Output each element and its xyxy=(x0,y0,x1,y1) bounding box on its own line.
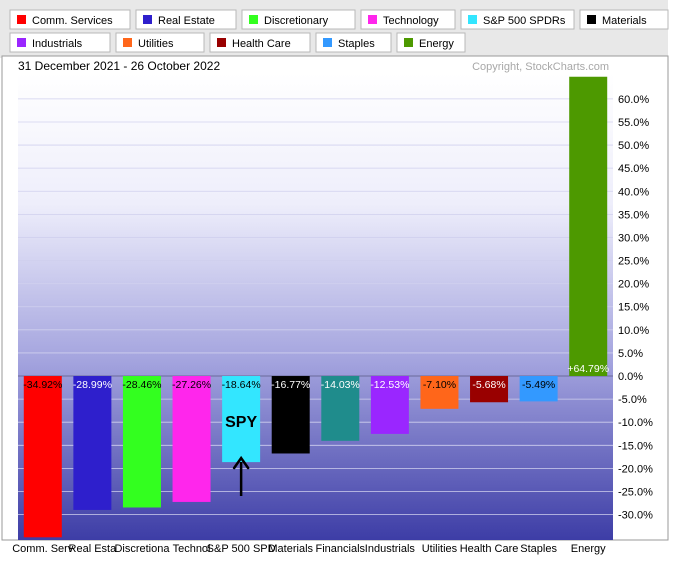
bar-value-label: -27.26% xyxy=(172,379,211,391)
bar xyxy=(569,76,608,377)
y-tick-label: 60.0% xyxy=(618,94,649,106)
y-tick-label: -25.0% xyxy=(618,486,653,498)
legend-item-comm-services: Comm. Services xyxy=(9,9,131,30)
legend-swatch xyxy=(249,15,258,24)
legend-label: Comm. Services xyxy=(32,15,113,27)
legend-label: Technology xyxy=(383,15,439,27)
y-tick-label: 40.0% xyxy=(618,186,649,198)
chart-svg: Comm. Services Real Estate Discretionary Te… xyxy=(0,0,669,555)
y-tick-label: 50.0% xyxy=(618,140,649,152)
y-tick-label: -30.0% xyxy=(618,510,653,522)
legend-label: Discretionary xyxy=(264,15,329,27)
legend-item-health-care: Health Care xyxy=(209,32,311,53)
legend-item-utilities: Utilities xyxy=(115,32,205,53)
chart: Comm. Services Real Estate Discretionary Te… xyxy=(0,0,673,558)
x-tick-label: Technol xyxy=(173,543,211,555)
bar-group-discretiona: -28.46% xyxy=(122,376,162,508)
legend-item-staples: Staples xyxy=(315,32,392,53)
x-tick-label: Financials xyxy=(316,543,366,555)
copyright-text: Copyright, StockCharts.com xyxy=(472,61,609,73)
legend-label: Real Estate xyxy=(158,15,215,27)
y-tick-label: 15.0% xyxy=(618,302,649,314)
bar xyxy=(73,376,112,510)
legend-label: Energy xyxy=(419,38,454,50)
bar-value-label: -5.68% xyxy=(472,379,505,391)
x-tick-label: Industrials xyxy=(365,543,416,555)
legend-label: S&P 500 SPDRs xyxy=(483,15,566,27)
bar-value-label: -28.99% xyxy=(73,379,112,391)
bar-group-industrials: -12.53% xyxy=(370,376,409,434)
bar-value-label: -5.49% xyxy=(522,379,555,391)
x-tick-label: Discretiona xyxy=(114,543,170,555)
bar-group-comm-serv: -34.92% xyxy=(23,376,62,538)
bar xyxy=(122,376,161,508)
x-tick-label: Health Care xyxy=(460,543,519,555)
bar-group-staples: -5.49% xyxy=(519,376,558,402)
x-tick-label: Energy xyxy=(571,543,606,555)
legend-swatch xyxy=(323,38,332,47)
legend-swatch xyxy=(143,15,152,24)
legend-item-technology: Technology xyxy=(360,9,456,30)
bar-group-real-esta: -28.99% xyxy=(73,376,112,510)
y-tick-label: 10.0% xyxy=(618,325,649,337)
x-tick-label: S&P 500 SPD xyxy=(207,543,276,555)
y-tick-label: 20.0% xyxy=(618,279,649,291)
y-tick-label: -15.0% xyxy=(618,440,653,452)
legend-swatch xyxy=(368,15,377,24)
x-tick-label: Real Esta xyxy=(69,543,118,555)
x-tick-label: Utilities xyxy=(422,543,458,555)
bar-group-utilities: -7.10% xyxy=(420,376,459,409)
bar xyxy=(23,376,62,538)
bar-value-label: -16.77% xyxy=(271,379,310,391)
bar-value-label: +64.79% xyxy=(567,363,609,375)
bar-value-label: -14.03% xyxy=(321,379,360,391)
legend-label: Industrials xyxy=(32,38,83,50)
legend-item-discretionary: Discretionary xyxy=(241,9,356,30)
legend-item-industrials: Industrials xyxy=(9,32,111,53)
legend-label: Materials xyxy=(602,15,647,27)
legend-swatch xyxy=(217,38,226,47)
y-tick-label: -20.0% xyxy=(618,463,653,475)
y-tick-label: 5.0% xyxy=(618,348,643,360)
legend-label: Utilities xyxy=(138,38,174,50)
x-tick-label: Materials xyxy=(268,543,313,555)
bar-value-label: -7.10% xyxy=(423,379,456,391)
legend-swatch xyxy=(17,38,26,47)
x-tick-label: Staples xyxy=(520,543,557,555)
x-axis: Comm. ServReal EstaDiscretiona TechnolS&P… xyxy=(12,543,606,555)
y-tick-label: 25.0% xyxy=(618,256,649,268)
legend-swatch xyxy=(17,15,26,24)
bar-value-label: -18.64% xyxy=(222,379,261,391)
x-tick-label: Comm. Serv xyxy=(12,543,74,555)
bar-group-health-care: -5.68% xyxy=(470,376,509,403)
legend-swatch xyxy=(587,15,596,24)
y-tick-label: 0.0% xyxy=(618,371,643,383)
legend-swatch xyxy=(404,38,413,47)
legend-item-real-estate: Real Estate xyxy=(135,9,237,30)
legend-item-s-p-500-spdrs: S&P 500 SPDRs xyxy=(460,9,575,30)
legend-item-materials: Materials xyxy=(579,9,669,30)
date-range: 31 December 2021 - 26 October 2022 xyxy=(18,59,220,73)
bar xyxy=(172,376,211,502)
bar-group-financials: -14.03% xyxy=(321,376,360,441)
legend-item-energy: Energy xyxy=(396,32,466,53)
bar-value-label: -34.92% xyxy=(23,379,62,391)
bar-group-materials: -16.77% xyxy=(271,376,310,454)
annotation-label: SPY xyxy=(225,414,257,431)
legend-label: Health Care xyxy=(232,38,291,50)
legend-label: Staples xyxy=(338,38,375,50)
y-tick-label: 55.0% xyxy=(618,117,649,129)
bar-group-energy: +64.79% xyxy=(567,76,609,377)
y-tick-label: -5.0% xyxy=(618,394,647,406)
y-tick-label: -10.0% xyxy=(618,417,653,429)
legend-swatch xyxy=(123,38,132,47)
y-tick-label: 45.0% xyxy=(618,163,649,175)
bar-group-technol: -27.26% xyxy=(172,376,211,502)
y-tick-label: 30.0% xyxy=(618,232,649,244)
bar-value-label: -12.53% xyxy=(370,379,409,391)
legend-swatch xyxy=(468,15,477,24)
bar-value-label: -28.46% xyxy=(122,379,161,391)
y-tick-label: 35.0% xyxy=(618,209,649,221)
